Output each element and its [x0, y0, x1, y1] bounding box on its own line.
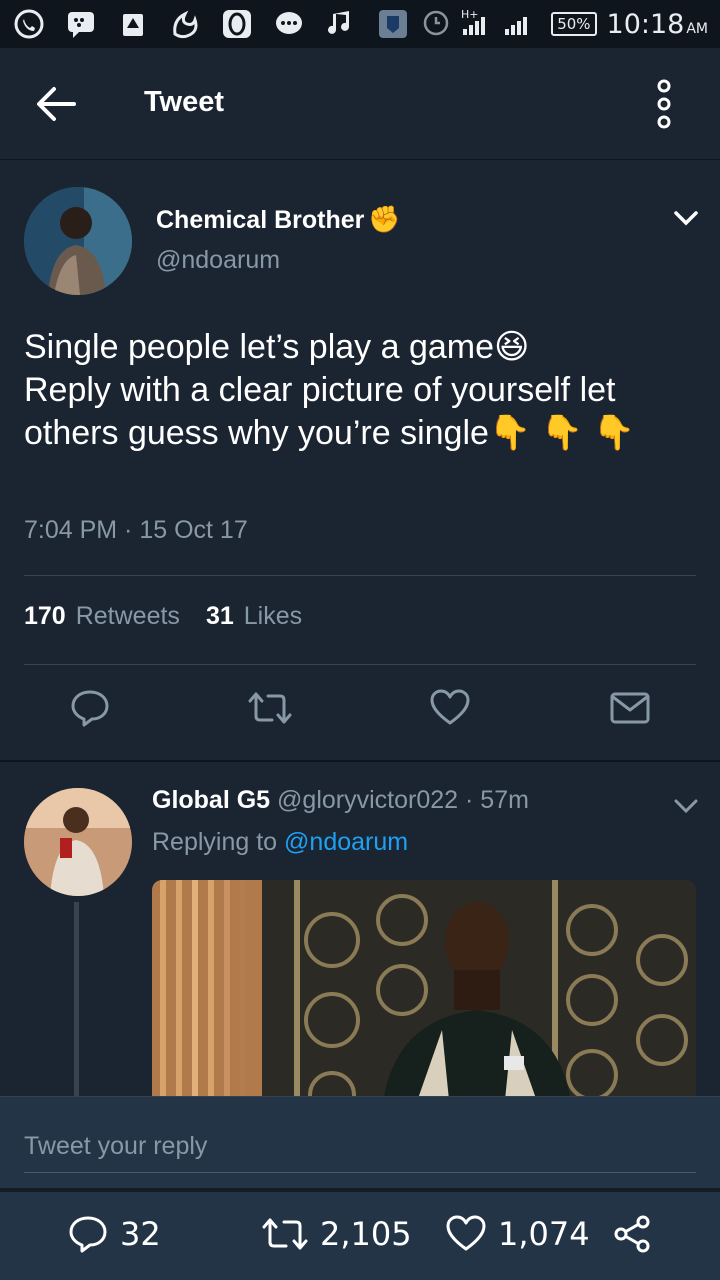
reply-header: Global G5 @gloryvictor022 · 57m — [152, 786, 529, 815]
replying-prefix: Replying to — [152, 828, 278, 856]
chevron-down-icon — [674, 799, 698, 814]
direct-message-button[interactable] — [610, 688, 650, 728]
likes-count[interactable]: 31 — [206, 602, 234, 631]
reply-input[interactable] — [24, 1121, 696, 1173]
reply-author-handle[interactable]: @gloryvictor022 — [277, 786, 458, 814]
envelope-icon — [610, 692, 650, 724]
thread-line — [74, 902, 79, 1096]
clock-time: 10:18 — [606, 8, 685, 40]
signal-icon: H+ — [461, 7, 541, 42]
main-tweet: Chemical Brother ✊ @ndoarum Single peopl… — [0, 160, 720, 760]
bottom-retweet-count: 2,105 — [320, 1215, 412, 1253]
heart-icon — [446, 1215, 486, 1251]
heart-icon — [430, 689, 470, 725]
more-vertical-icon — [657, 79, 671, 129]
svg-text:H+: H+ — [461, 8, 479, 21]
bottom-reply-count: 32 — [120, 1215, 161, 1253]
reply-menu-caret[interactable] — [672, 792, 700, 820]
bottom-action-bar: 32 2,105 1,074 — [0, 1188, 720, 1280]
arrow-left-icon — [37, 87, 76, 121]
share-button[interactable] — [612, 1214, 652, 1254]
fist-emoji-icon: ✊ — [368, 204, 401, 234]
reply-tweet[interactable]: Global G5 @gloryvictor022 · 57m Replying… — [0, 762, 720, 1096]
tweet-timestamp: 7:04 PM · 15 Oct 17 — [24, 516, 248, 544]
divider — [24, 664, 696, 665]
bottom-reply-button[interactable]: 32 — [68, 1214, 161, 1254]
whatsapp-icon — [12, 7, 46, 41]
bbm-icon — [64, 7, 98, 41]
clock-ampm: AM — [686, 20, 708, 37]
status-bar: H+ 50% 10:18 AM — [0, 0, 720, 48]
alarm-icon — [421, 7, 451, 42]
overflow-menu-button[interactable] — [648, 78, 680, 130]
retweet-button[interactable] — [248, 688, 292, 728]
page-title: Tweet — [144, 86, 225, 118]
reply-composer — [0, 1096, 720, 1188]
messaging-icon — [272, 7, 306, 41]
reply-time: 57m — [480, 786, 529, 814]
reply-avatar[interactable] — [24, 788, 132, 896]
author-name[interactable]: Chemical Brother — [156, 206, 364, 235]
reply-button[interactable] — [70, 688, 110, 728]
opera-icon — [220, 7, 254, 41]
uc-browser-icon — [168, 7, 202, 41]
app-bar: Tweet — [0, 48, 720, 160]
author-handle[interactable]: @ndoarum — [156, 246, 280, 275]
music-icon — [324, 7, 358, 41]
retweet-icon — [248, 692, 292, 724]
tweet-actions — [0, 688, 720, 738]
reply-photo[interactable] — [152, 880, 696, 1096]
tweet-text: Single people let’s play a game😆 Reply w… — [24, 328, 635, 452]
back-button[interactable] — [34, 84, 78, 124]
reply-icon — [69, 1216, 107, 1253]
bottom-like-button[interactable]: 1,074 — [446, 1214, 590, 1254]
share-icon — [614, 1215, 650, 1253]
clock: 10:18 AM — [607, 9, 708, 40]
drive-icon — [116, 7, 150, 41]
tweet-menu-caret[interactable] — [672, 204, 700, 232]
like-button[interactable] — [430, 688, 470, 728]
reply-dot-separator: · — [465, 786, 474, 814]
bottom-retweet-button[interactable]: 2,105 — [262, 1214, 412, 1254]
retweets-count[interactable]: 170 — [24, 602, 66, 631]
security-icon — [376, 7, 410, 41]
divider — [24, 575, 696, 576]
replying-to: Replying to @ndoarum — [152, 828, 408, 857]
battery-indicator: 50% — [551, 12, 597, 36]
retweet-icon — [262, 1218, 308, 1250]
avatar[interactable] — [24, 187, 132, 295]
retweets-label[interactable]: Retweets — [76, 602, 180, 631]
bottom-like-count: 1,074 — [498, 1215, 590, 1253]
tweet-stats: 170 Retweets 31 Likes — [24, 602, 318, 631]
likes-label[interactable]: Likes — [244, 602, 302, 631]
reply-icon — [71, 690, 109, 727]
replying-handle-link[interactable]: @ndoarum — [284, 828, 408, 856]
chevron-down-icon — [674, 211, 698, 226]
reply-author-name[interactable]: Global G5 — [152, 786, 270, 814]
